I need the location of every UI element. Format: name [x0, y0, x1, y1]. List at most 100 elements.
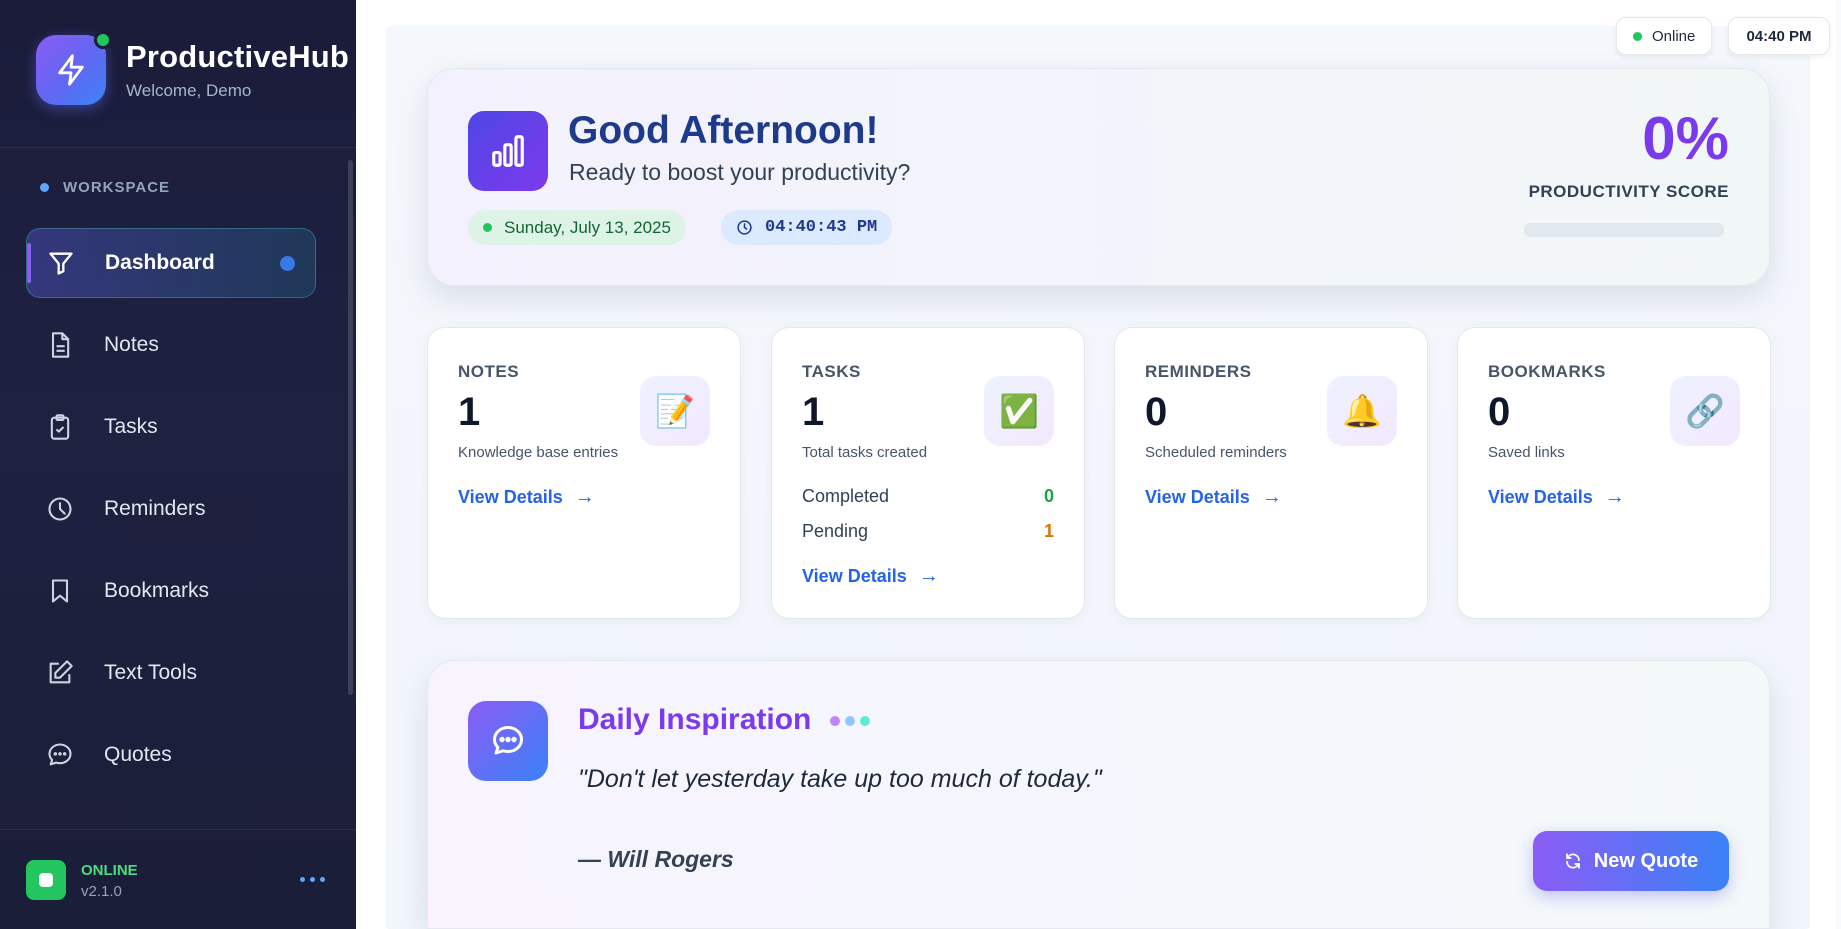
- sidebar-item-label: Reminders: [104, 497, 206, 520]
- card-description: Saved links: [1488, 444, 1565, 461]
- filter-icon: [49, 252, 73, 275]
- completed-value: 0: [1043, 486, 1054, 506]
- productivity-score-value: 0%: [1642, 105, 1729, 172]
- chat-bubble-icon: [468, 701, 548, 781]
- bookmark-icon: [51, 579, 69, 603]
- sidebar: ProductiveHub Welcome, Demo WORKSPACE Da…: [0, 0, 356, 929]
- arrow-right-icon: →: [574, 486, 595, 508]
- sidebar-item-label: Tasks: [104, 415, 158, 438]
- clock-icon: [48, 497, 72, 521]
- quote-author: — Will Rogers: [578, 846, 734, 872]
- sidebar-scrollbar[interactable]: [348, 160, 353, 695]
- clock-chip: 04:40:43 PM: [721, 210, 893, 245]
- quote-title: Daily Inspiration: [578, 703, 812, 736]
- sidebar-item-bookmarks[interactable]: Bookmarks: [26, 556, 316, 626]
- section-label-text: WORKSPACE: [63, 179, 171, 196]
- reminders-view-details-link[interactable]: View Details →: [1145, 486, 1282, 509]
- edit-icon: [49, 660, 73, 684]
- status-label: ONLINE: [81, 862, 138, 879]
- divider: [0, 147, 356, 148]
- link-label: View Details: [802, 566, 907, 586]
- greeting-card: Good Afternoon! Ready to boost your prod…: [427, 68, 1770, 286]
- check-mark-icon: ✅: [984, 376, 1054, 446]
- chat-icon: [48, 743, 72, 766]
- completed-row: Completed 0: [802, 486, 1054, 507]
- app-name: ProductiveHub: [126, 39, 350, 74]
- decorative-dots-icon: [830, 716, 870, 726]
- page-scrollbar[interactable]: [1836, 0, 1841, 929]
- sidebar-item-tasks[interactable]: Tasks: [26, 392, 316, 462]
- arrow-right-icon: →: [1261, 486, 1282, 508]
- time-pill: 04:40 PM: [1728, 17, 1830, 55]
- productivity-progress-bar: [1524, 223, 1724, 237]
- brand[interactable]: ProductiveHub Welcome, Demo: [36, 31, 350, 105]
- sidebar-item-label: Quotes: [104, 743, 172, 766]
- card-label: NOTES: [458, 362, 520, 381]
- link-label: View Details: [1145, 487, 1250, 507]
- status-indicator-icon: [26, 860, 66, 900]
- bookmarks-view-details-link[interactable]: View Details →: [1488, 486, 1625, 509]
- more-options-icon[interactable]: [300, 877, 325, 882]
- card-value: 0: [1145, 390, 1168, 434]
- online-dot: [94, 31, 112, 49]
- card-value: 1: [458, 390, 481, 434]
- bookmarks-card: BOOKMARKS 0 Saved links 🔗 View Details →: [1457, 327, 1771, 619]
- sidebar-item-label: Text Tools: [104, 661, 197, 684]
- greeting-title: Good Afternoon!: [568, 109, 879, 152]
- quote-text: "Don't let yesterday take up too much of…: [578, 765, 1102, 793]
- link-icon: 🔗: [1670, 376, 1740, 446]
- bell-icon: 🔔: [1327, 376, 1397, 446]
- bullet-icon: [40, 183, 49, 192]
- bar-chart-icon: [468, 111, 548, 191]
- sidebar-item-notes[interactable]: Notes: [26, 310, 316, 380]
- card-label: BOOKMARKS: [1488, 362, 1606, 381]
- clipboard-check-icon: [50, 414, 70, 440]
- welcome-text: Welcome, Demo: [126, 81, 252, 100]
- link-label: View Details: [458, 487, 563, 507]
- refresh-icon: [1565, 853, 1580, 869]
- section-label-workspace: WORKSPACE: [40, 179, 170, 196]
- pending-label: Pending: [802, 521, 869, 541]
- tasks-view-details-link[interactable]: View Details →: [802, 565, 939, 588]
- productivity-score-label: PRODUCTIVITY SCORE: [1528, 182, 1729, 201]
- daily-inspiration-card: Daily Inspiration "Don't let yesterday t…: [427, 660, 1770, 929]
- pending-row: Pending 1: [802, 521, 1054, 542]
- card-description: Scheduled reminders: [1145, 444, 1287, 461]
- card-label: REMINDERS: [1145, 362, 1252, 381]
- version-label: v2.1.0: [81, 883, 122, 900]
- lightning-logo-icon: [36, 31, 112, 105]
- active-indicator: [280, 255, 295, 271]
- sidebar-item-quotes[interactable]: Quotes: [26, 720, 316, 790]
- arrow-right-icon: →: [1604, 486, 1625, 508]
- card-label: TASKS: [802, 362, 861, 381]
- notes-view-details-link[interactable]: View Details →: [458, 486, 595, 509]
- memo-icon: 📝: [640, 376, 710, 446]
- pending-value: 1: [1043, 521, 1054, 541]
- card-value: 0: [1488, 390, 1511, 434]
- document-icon: [51, 332, 70, 358]
- greeting-subtitle: Ready to boost your productivity?: [569, 159, 911, 185]
- sidebar-item-reminders[interactable]: Reminders: [26, 474, 316, 544]
- sidebar-footer: ONLINE v2.1.0: [0, 829, 356, 929]
- link-label: View Details: [1488, 487, 1593, 507]
- online-status-pill: Online: [1616, 17, 1712, 55]
- sidebar-item-label: Notes: [104, 333, 159, 356]
- sidebar-item-label: Bookmarks: [104, 579, 210, 602]
- green-dot-icon: [483, 223, 492, 232]
- time-text: 04:40 PM: [1746, 27, 1812, 45]
- sidebar-item-label: Dashboard: [105, 251, 215, 274]
- arrow-right-icon: →: [918, 565, 939, 587]
- clock-text: 04:40:43 PM: [765, 218, 878, 237]
- sidebar-item-dashboard[interactable]: Dashboard: [26, 228, 316, 298]
- online-status-text: Online: [1652, 27, 1696, 45]
- sidebar-item-text-tools[interactable]: Text Tools: [26, 638, 316, 708]
- clock-icon: [737, 220, 752, 235]
- card-description: Knowledge base entries: [458, 444, 619, 461]
- new-quote-button[interactable]: New Quote: [1533, 831, 1729, 891]
- notes-card: NOTES 1 Knowledge base entries 📝 View De…: [427, 327, 741, 619]
- date-text: Sunday, July 13, 2025: [504, 217, 671, 237]
- date-chip: Sunday, July 13, 2025: [468, 210, 686, 245]
- completed-label: Completed: [802, 486, 890, 506]
- sidebar-nav: Dashboard Notes Tasks Reminders Bookmark…: [26, 228, 316, 802]
- card-description: Total tasks created: [802, 444, 928, 461]
